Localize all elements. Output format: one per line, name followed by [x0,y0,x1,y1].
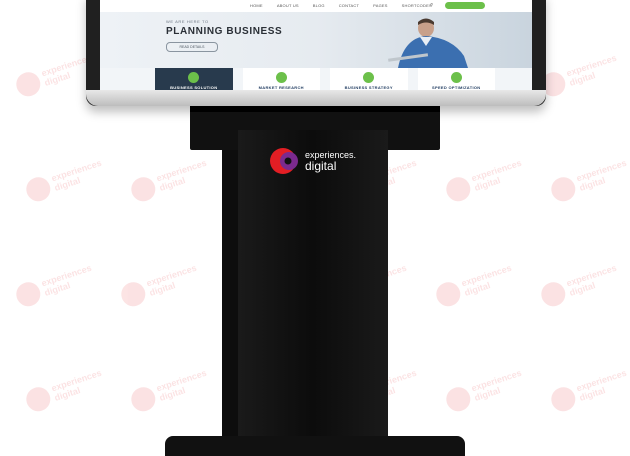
nav-item-contact[interactable]: CONTACT [339,3,359,8]
chart-icon [275,72,287,83]
feature-card[interactable]: BUSINESS STRATEGY [330,68,408,90]
nav-item-about[interactable]: ABOUT US [277,3,299,8]
kiosk-column [238,130,388,448]
hero-title: PLANNING BUSINESS [166,26,283,37]
nav-item-shortcodes[interactable]: SHORTCODES [402,3,432,8]
nav-item-pages[interactable]: PAGES [373,3,388,8]
features-row: BUSINESS SOLUTION MARKET RESEARCH BUSINE… [155,68,495,90]
brand-logo-text: experiences. digital [305,150,356,172]
feature-card[interactable]: MARKET RESEARCH [242,68,320,90]
kiosk-screen[interactable]: HOME ABOUT US BLOG CONTACT PAGES SHORTCO… [100,0,532,90]
search-icon[interactable]: ⌕ [430,2,433,9]
lightbulb-icon [188,72,200,83]
read-details-button[interactable]: READ DETAILS [166,42,218,52]
feature-card[interactable]: SPEED OPTIMIZATION [417,68,495,90]
speed-icon [450,72,462,83]
kiosk-base [165,436,465,456]
hero-eyebrow: WE ARE HERE TO [166,19,209,24]
nav-item-home[interactable]: HOME [250,3,263,8]
strategy-icon [363,72,375,83]
screen-frame-edge [86,90,546,106]
kiosk-neck-shadow [190,106,440,112]
experiences-digital-logo-icon [270,148,298,174]
feature-card[interactable]: BUSINESS SOLUTION [155,68,233,90]
website-nav: HOME ABOUT US BLOG CONTACT PAGES SHORTCO… [100,0,532,12]
businessman-image [388,18,468,68]
nav-item-blog[interactable]: BLOG [313,3,325,8]
kiosk: HOME ABOUT US BLOG CONTACT PAGES SHORTCO… [0,0,630,456]
nav-cta-button[interactable] [445,2,485,9]
hero-section: WE ARE HERE TO PLANNING BUSINESS READ DE… [100,12,532,68]
brand-line-2: digital [305,159,337,173]
